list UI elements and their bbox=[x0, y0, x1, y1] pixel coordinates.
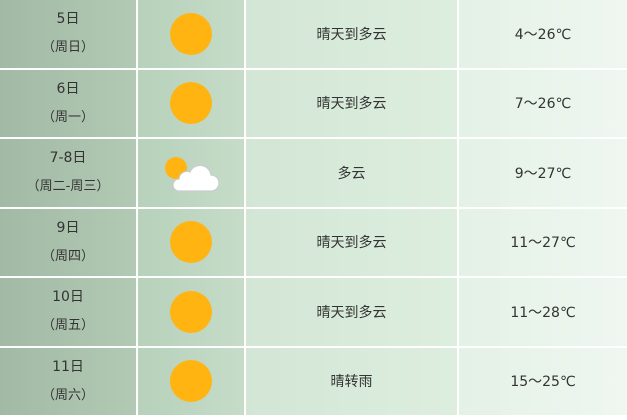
date-cell: 9日 （周四） bbox=[0, 208, 138, 278]
temperature-range: 7～26℃ bbox=[514, 96, 572, 113]
date-cell: 7-8日 （周二-周三） bbox=[0, 139, 138, 209]
weekday-label: （周二-周三） bbox=[26, 179, 110, 195]
weather-forecast-table: 5日 （周日） 晴天到多云 4～26℃ 6日 （周一） 晴天到多云 7～26℃ … bbox=[0, 0, 627, 417]
weather-icon-cell bbox=[138, 347, 246, 417]
temperature-range: 9～27℃ bbox=[514, 165, 572, 182]
date-label: 5日 bbox=[56, 11, 80, 28]
temperature-cell: 11～28℃ bbox=[459, 278, 627, 348]
date-label: 7-8日 bbox=[49, 150, 87, 167]
weekday-label: （周五） bbox=[41, 318, 94, 334]
weather-description: 晴天到多云 bbox=[316, 235, 387, 252]
weather-icon-cell bbox=[138, 139, 246, 209]
date-label: 6日 bbox=[56, 80, 80, 97]
date-cell: 5日 （周日） bbox=[0, 0, 138, 70]
sun-icon bbox=[170, 290, 212, 333]
temperature-cell: 9～27℃ bbox=[459, 139, 627, 209]
temperature-cell: 4～26℃ bbox=[459, 0, 627, 70]
weather-description-cell: 多云 bbox=[246, 139, 459, 209]
weather-icon-cell bbox=[138, 208, 246, 278]
weekday-label: （周日） bbox=[41, 40, 94, 56]
temperature-range: 11～27℃ bbox=[510, 235, 576, 252]
weather-description-cell: 晴天到多云 bbox=[246, 208, 459, 278]
temperature-range: 4～26℃ bbox=[514, 26, 572, 43]
weather-description: 晴天到多云 bbox=[316, 96, 387, 113]
partly-cloudy-icon bbox=[163, 153, 219, 193]
weather-icon-cell bbox=[138, 278, 246, 348]
weather-description: 多云 bbox=[337, 165, 366, 182]
sun-icon bbox=[170, 82, 212, 125]
temperature-cell: 11～27℃ bbox=[459, 208, 627, 278]
date-label: 11日 bbox=[52, 358, 84, 375]
weekday-label: （周四） bbox=[41, 248, 94, 264]
sun-icon bbox=[170, 221, 212, 264]
temperature-range: 11～28℃ bbox=[510, 304, 576, 321]
weather-description-cell: 晴天到多云 bbox=[246, 69, 459, 139]
cloud-icon bbox=[172, 164, 219, 192]
weather-description: 晴转雨 bbox=[330, 374, 373, 391]
date-cell: 10日 （周五） bbox=[0, 278, 138, 348]
date-cell: 6日 （周一） bbox=[0, 69, 138, 139]
date-cell: 11日 （周六） bbox=[0, 347, 138, 417]
weather-description: 晴天到多云 bbox=[316, 304, 387, 321]
temperature-range: 15～25℃ bbox=[510, 374, 576, 391]
weather-description-cell: 晴天到多云 bbox=[246, 0, 459, 70]
weather-description: 晴天到多云 bbox=[316, 26, 387, 43]
sun-icon bbox=[170, 12, 212, 55]
sun-icon bbox=[170, 360, 212, 403]
weather-icon-cell bbox=[138, 0, 246, 70]
weather-description-cell: 晴转雨 bbox=[246, 347, 459, 417]
temperature-cell: 7～26℃ bbox=[459, 69, 627, 139]
date-label: 9日 bbox=[56, 219, 80, 236]
weekday-label: （周一） bbox=[41, 109, 94, 125]
date-label: 10日 bbox=[52, 289, 84, 306]
weather-icon-cell bbox=[138, 69, 246, 139]
temperature-cell: 15～25℃ bbox=[459, 347, 627, 417]
weather-description-cell: 晴天到多云 bbox=[246, 278, 459, 348]
weekday-label: （周六） bbox=[41, 387, 94, 403]
